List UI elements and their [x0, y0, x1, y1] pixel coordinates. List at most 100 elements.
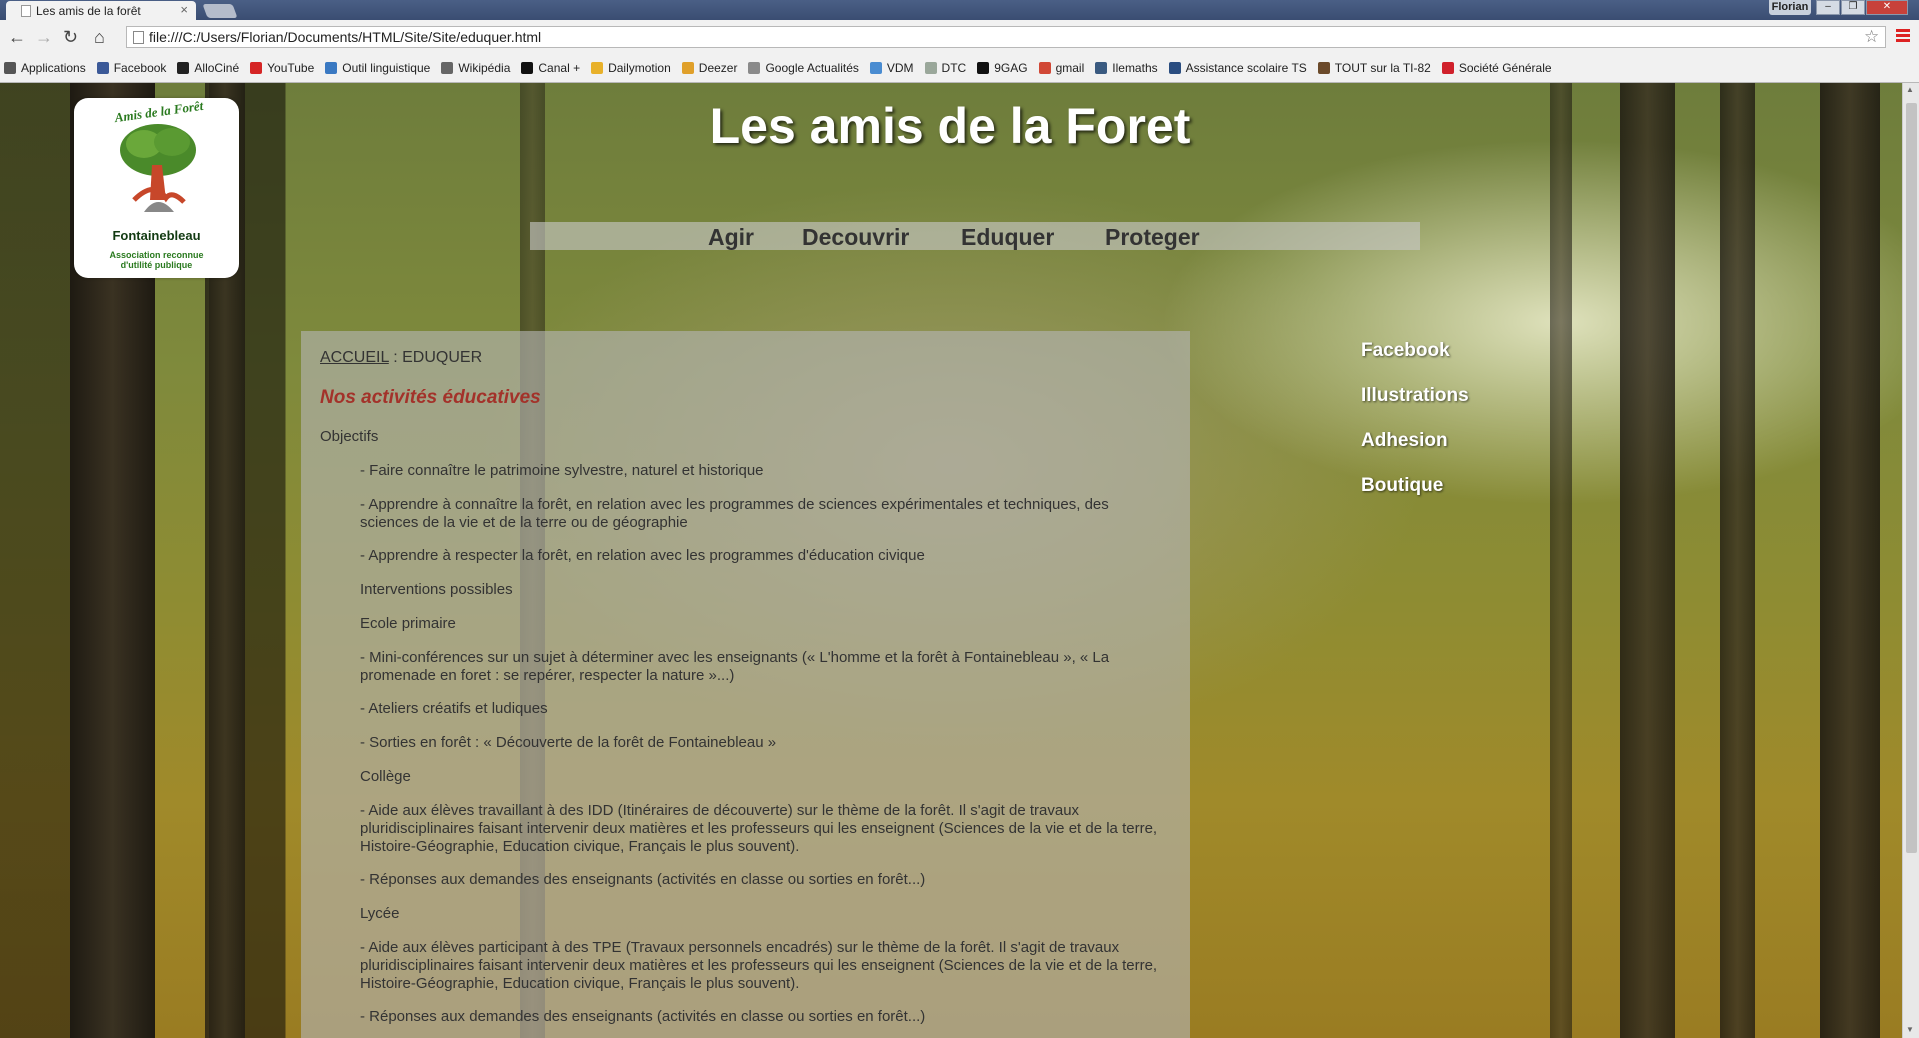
calculator-icon: [1317, 62, 1330, 74]
vdm-icon: [869, 62, 882, 74]
subheading: Lycée: [360, 905, 400, 922]
profile-name[interactable]: Florian: [1769, 0, 1811, 15]
paragraph: - Apprendre à connaître la forêt, en rel…: [360, 496, 1109, 531]
paragraph: - Aide aux élèves participant à des TPE …: [360, 939, 1158, 992]
bookmark-label: Google Actualités: [765, 61, 859, 75]
menu-icon[interactable]: [1896, 29, 1910, 44]
section-title: Nos activités éducatives: [320, 387, 541, 408]
document-icon: [133, 31, 144, 44]
document-icon: [924, 62, 937, 74]
bookmark-item[interactable]: Wikipédia: [441, 61, 510, 75]
bookmark-item[interactable]: gmail: [1038, 61, 1084, 75]
bookmark-item[interactable]: Assistance scolaire TS: [1168, 61, 1307, 75]
bookmark-label: TOUT sur la TI-82: [1334, 61, 1431, 75]
side-link-facebook[interactable]: Facebook: [1361, 340, 1450, 362]
apps-icon: [4, 62, 16, 74]
tab-bar: Les amis de la forêt × Florian – ❐ ✕: [0, 0, 1919, 20]
side-link-illustrations[interactable]: Illustrations: [1361, 385, 1469, 407]
youtube-icon: [250, 62, 263, 74]
bookmark-item[interactable]: Ilemaths: [1095, 61, 1158, 75]
allocine-icon: [177, 62, 190, 74]
side-link-adhesion[interactable]: Adhesion: [1361, 430, 1448, 452]
vertical-scrollbar[interactable]: ▲ ▼: [1902, 83, 1919, 1038]
subheading: Interventions possibles: [360, 581, 513, 598]
bookmark-item[interactable]: DTC: [924, 61, 966, 75]
nav-proteger[interactable]: Proteger: [1105, 224, 1200, 251]
content-panel: ACCUEIL : EDUQUER Nos activités éducativ…: [301, 331, 1190, 1038]
bookmark-label: Société Générale: [1458, 61, 1552, 75]
bookmark-item[interactable]: Facebook: [96, 61, 167, 75]
breadcrumb: ACCUEIL : EDUQUER: [320, 349, 482, 367]
nav-agir[interactable]: Agir: [708, 224, 754, 251]
reload-icon[interactable]: ↻: [63, 28, 78, 46]
home-icon[interactable]: ⌂: [94, 28, 105, 46]
paragraph: - Réponses aux demandes des enseignants …: [360, 1008, 926, 1025]
main-nav: Agir Decouvrir Eduquer Proteger: [530, 222, 1420, 250]
bookmark-item[interactable]: 9GAG: [977, 61, 1028, 75]
bookmark-item[interactable]: Canal +: [521, 61, 580, 75]
scroll-down-icon[interactable]: ▼: [1906, 1025, 1914, 1034]
subheading: Collège: [360, 768, 411, 785]
bookmark-item[interactable]: TOUT sur la TI-82: [1317, 61, 1431, 75]
facebook-icon: [96, 62, 109, 74]
browser-tab[interactable]: Les amis de la forêt ×: [6, 1, 196, 20]
window-close-button[interactable]: ✕: [1866, 0, 1908, 15]
bookmark-label: Wikipédia: [458, 61, 511, 75]
restore-button[interactable]: ❐: [1841, 0, 1865, 15]
bookmark-item[interactable]: YouTube: [250, 61, 314, 75]
9gag-icon: [977, 62, 990, 74]
bookmark-label: Dailymotion: [608, 61, 671, 75]
side-link-boutique[interactable]: Boutique: [1361, 475, 1443, 497]
bookmark-label: VDM: [886, 61, 914, 75]
logo-name: Fontainebleau: [112, 228, 201, 243]
paragraph: - Ateliers créatifs et ludiques: [360, 700, 548, 717]
nav-eduquer[interactable]: Eduquer: [961, 224, 1054, 251]
subheading: Ecole primaire: [360, 615, 456, 632]
minimize-button[interactable]: –: [1816, 0, 1840, 15]
back-icon[interactable]: ←: [8, 28, 26, 46]
logo-tagline: Association reconnue d'utilité publique: [109, 250, 204, 270]
bookmark-item[interactable]: VDM: [869, 61, 914, 75]
bookmark-item[interactable]: Deezer: [681, 61, 737, 75]
scroll-thumb[interactable]: [1906, 103, 1917, 853]
globe-icon: [325, 62, 338, 74]
paragraph: - Aide aux élèves travaillant à des IDD …: [360, 802, 1158, 855]
wikipedia-icon: [441, 62, 454, 74]
breadcrumb-current: EDUQUER: [402, 349, 483, 366]
site-logo[interactable]: Amis de la Forêt Fontainebleau Associati…: [74, 98, 239, 278]
bookmarks-bar: Applications Facebook AlloCiné YouTube Outil…: [4, 58, 1563, 78]
forward-icon[interactable]: →: [35, 28, 53, 46]
bookmark-label: YouTube: [267, 61, 315, 75]
paragraph: - Réponses aux demandes des enseignants …: [360, 871, 926, 888]
bookmark-item[interactable]: Applications: [4, 61, 86, 75]
bookmark-item[interactable]: Dailymotion: [591, 61, 671, 75]
bookmark-label: Ilemaths: [1112, 61, 1158, 75]
bookmark-label: Outil linguistique: [342, 61, 431, 75]
bookmark-label: Applications: [21, 61, 86, 75]
bookmark-item[interactable]: Google Actualités: [748, 61, 859, 75]
site-title: Les amis de la Foret: [709, 98, 1191, 154]
tab-close-icon[interactable]: ×: [180, 2, 188, 17]
bookmark-label: AlloCiné: [194, 61, 240, 75]
bookmark-icon: [1095, 62, 1108, 74]
address-bar[interactable]: file:///C:/Users/Florian/Documents/HTML/…: [126, 26, 1886, 48]
bookmark-label: Assistance scolaire TS: [1185, 61, 1307, 75]
news-icon: [748, 62, 761, 74]
deezer-icon: [681, 62, 694, 74]
bookmark-label: 9GAG: [994, 61, 1028, 75]
new-tab-button[interactable]: [202, 4, 238, 18]
url-text: file:///C:/Users/Florian/Documents/HTML/…: [149, 29, 542, 45]
bookmark-item[interactable]: AlloCiné: [177, 61, 239, 75]
bookmark-label: Canal +: [538, 61, 581, 75]
star-icon[interactable]: ☆: [1864, 27, 1879, 47]
objectifs-heading: Objectifs: [320, 428, 379, 445]
breadcrumb-home-link[interactable]: ACCUEIL: [320, 349, 389, 366]
bank-icon: [1441, 62, 1454, 74]
bookmark-item[interactable]: Outil linguistique: [325, 61, 430, 75]
page-icon: [21, 5, 31, 17]
scroll-up-icon[interactable]: ▲: [1906, 85, 1914, 94]
paragraph: - Sorties en forêt : « Découverte de la …: [360, 734, 777, 751]
nav-decouvrir[interactable]: Decouvrir: [802, 224, 909, 251]
bookmark-label: Facebook: [113, 61, 167, 75]
bookmark-item[interactable]: Société Générale: [1441, 61, 1552, 75]
